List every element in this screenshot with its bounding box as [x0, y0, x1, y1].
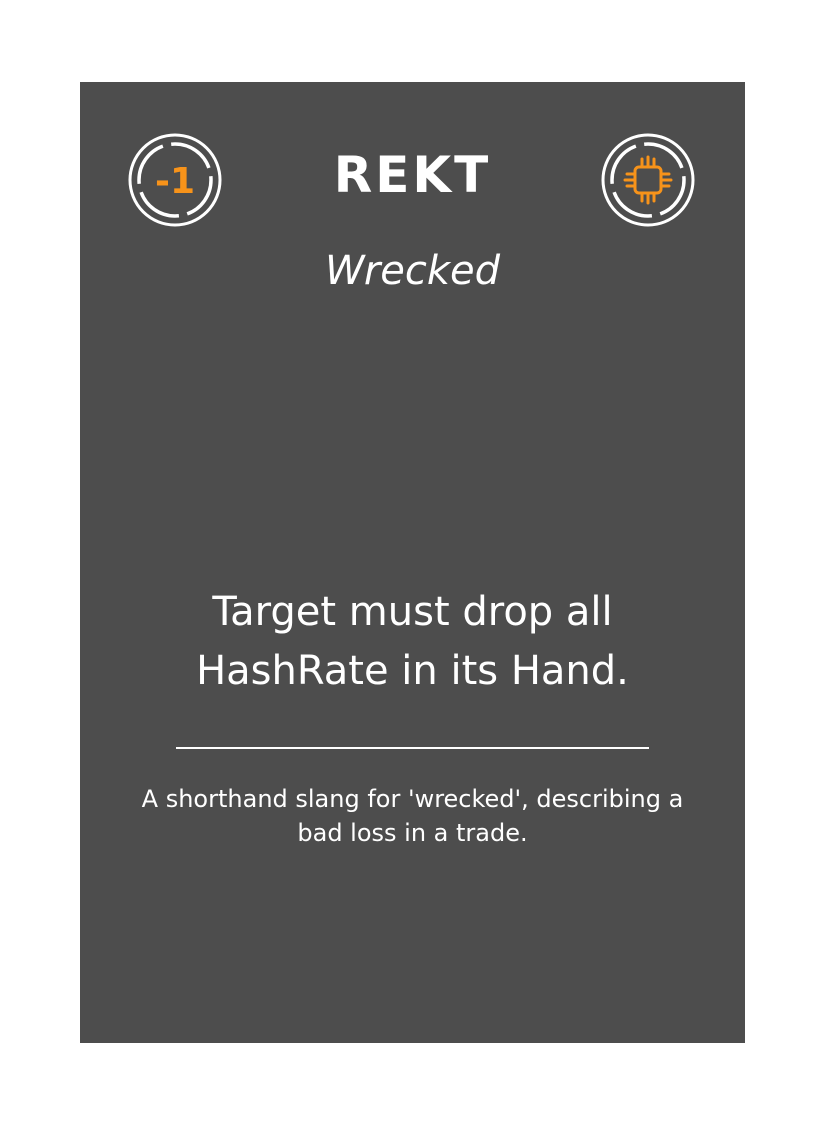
type-badge — [600, 132, 696, 228]
card-effect-text: Target must drop all HashRate in its Han… — [196, 589, 629, 694]
card-subtitle: Wrecked — [324, 248, 501, 294]
divider — [176, 747, 649, 749]
cpu-chip-icon — [601, 133, 695, 227]
card: -1 REKT Wrecked Target must drop all Has… — [80, 82, 745, 1043]
card-flavor-text: A shorthand slang for 'wrecked', describ… — [141, 785, 684, 847]
